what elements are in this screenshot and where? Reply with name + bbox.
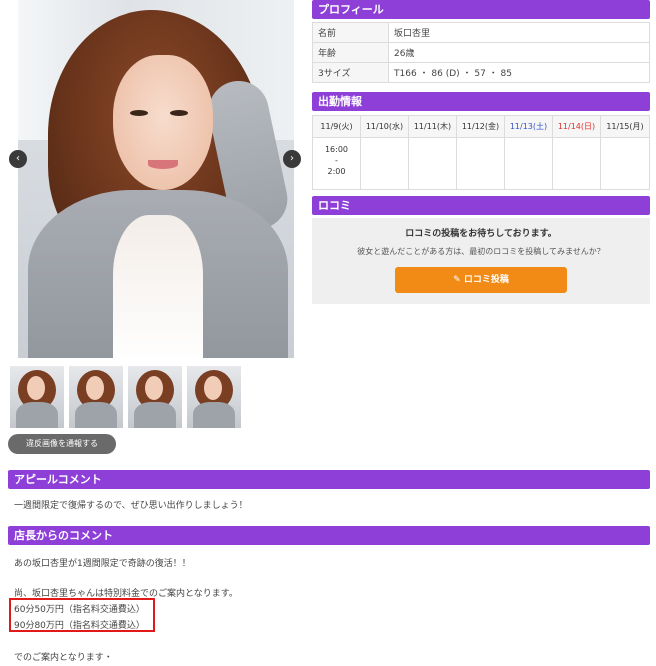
appeal-title: アピールコメント [8,470,650,489]
post-review-button[interactable]: ✎ ロコミ投稿 [395,267,567,293]
report-image-button[interactable]: 違反画像を通報する [8,434,116,454]
thumbnail-3[interactable] [128,366,182,428]
schedule-empty [409,138,457,189]
kuchikomi-message: ロコミの投稿をお待ちしております。 [405,229,557,239]
profile-value: T166 ・ 86 (D) ・ 57 ・ 85 [388,62,650,83]
main-photo[interactable] [18,0,294,358]
appeal-text: 一週間限定で復帰するので、ぜひ思い出作りしましょう！ [14,501,248,511]
profile-section: プロフィール 名前 坂口杏里 年齢 26歳 3サイズ T166 ・ 86 (D)… [312,0,650,83]
schedule-empty [505,138,553,189]
photo-eye-right [170,110,188,116]
kuchikomi-section: ロコミ ロコミの投稿をお待ちしております。 彼女と遊んだことがある方は、最初のロ… [312,196,650,304]
schedule-day-saturday: 11/13(土) [505,116,553,138]
shift-start: 16:00 [324,145,349,154]
schedule-day: 11/15(月) [601,116,649,138]
schedule-day: 11/11(木) [409,116,457,138]
shop-comment-line: あの坂口杏里が1週間限定で奇跡の復活！！ [14,559,191,569]
thumbnail-4[interactable] [187,366,241,428]
profile-table: 名前 坂口杏里 年齢 26歳 3サイズ T166 ・ 86 (D) ・ 57 ・… [312,22,650,83]
schedule-day-sunday: 11/14(日) [553,116,601,138]
profile-title: プロフィール [312,0,650,19]
profile-row-name: 名前 坂口杏里 [312,22,650,43]
photo-gallery: ‹ › [6,0,304,360]
schedule-empty [553,138,601,189]
photo-eye-left [130,110,148,116]
thumbnail-1[interactable] [10,366,64,428]
schedule-section: 出勤情報 11/9(火) 11/10(水) 11/11(木) 11/12(金) … [312,92,650,190]
thumbnail-2[interactable] [69,366,123,428]
profile-value: 坂口杏里 [388,22,650,43]
shop-comment-line: でのご案内となります・ [14,653,113,663]
profile-key: 名前 [312,22,389,43]
schedule-empty [601,138,649,189]
post-review-label: ロコミ投稿 [463,275,509,285]
kuchikomi-box: ロコミの投稿をお待ちしております。 彼女と遊んだことがある方は、最初のロコミを投… [312,218,650,304]
chevron-left-icon: ‹ [16,153,20,164]
prev-photo-button[interactable]: ‹ [9,150,27,168]
photo-inner [113,215,203,358]
schedule-shift: 16:00 - 2:00 [313,138,361,189]
shop-comment-title: 店長からのコメント [8,526,650,545]
profile-row-age: 年齢 26歳 [312,42,650,63]
profile-value: 26歳 [388,42,650,63]
profile-key: 3サイズ [312,62,389,83]
schedule-grid: 11/9(火) 11/10(水) 11/11(木) 11/12(金) 11/13… [312,115,650,190]
photo-lips [148,160,178,169]
schedule-header-row: 11/9(火) 11/10(水) 11/11(木) 11/12(金) 11/13… [313,116,649,138]
thumbnail-strip [10,366,241,428]
schedule-day: 11/12(金) [457,116,505,138]
kuchikomi-sub-message: 彼女と遊んだことがある方は、最初のロコミを投稿してみませんか？ [357,247,605,256]
shift-end: 2:00 [327,167,346,176]
next-photo-button[interactable]: › [283,150,301,168]
schedule-empty [457,138,505,189]
shift-separator: - [335,156,338,165]
schedule-day: 11/10(水) [361,116,409,138]
photo-face [113,55,213,190]
schedule-title: 出勤情報 [312,92,650,111]
profile-key: 年齢 [312,42,389,63]
kuchikomi-title: ロコミ [312,196,650,215]
schedule-empty [361,138,409,189]
price-highlight-box [9,598,155,632]
profile-row-sizes: 3サイズ T166 ・ 86 (D) ・ 57 ・ 85 [312,62,650,83]
chevron-right-icon: › [290,153,294,164]
schedule-day: 11/9(火) [313,116,361,138]
schedule-body-row: 16:00 - 2:00 [313,138,649,189]
pencil-icon: ✎ [453,275,461,285]
